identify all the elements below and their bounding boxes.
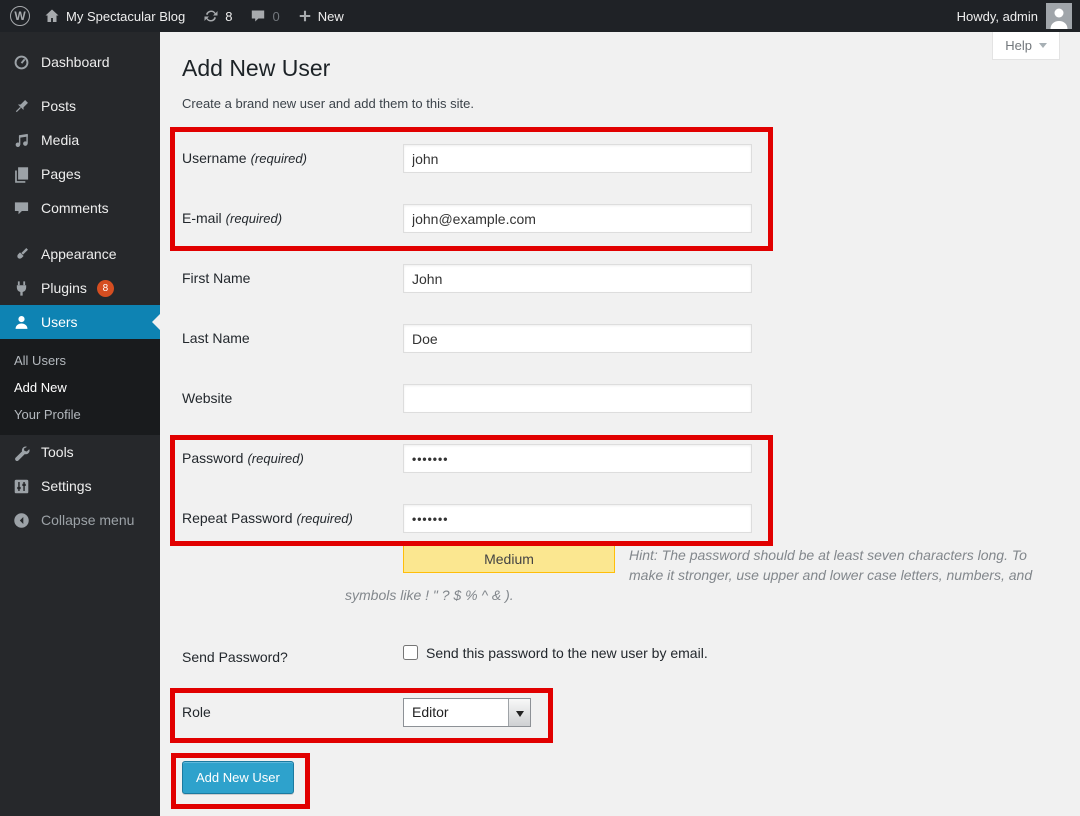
page-intro: Create a brand new user and add them to …	[182, 96, 1080, 111]
send-password-label: Send Password?	[182, 643, 403, 672]
new-content-button[interactable]: New	[298, 0, 344, 32]
submenu-item-add-new[interactable]: Add New	[0, 374, 160, 401]
first-name-input[interactable]	[403, 264, 752, 293]
repeat-password-label: Repeat Password(required)	[182, 504, 403, 533]
new-label: New	[318, 9, 344, 24]
page-title: Add New User	[182, 55, 1080, 82]
sidebar-item-label: Users	[41, 314, 78, 330]
password-strength-section: Medium Hint: The password should be at l…	[345, 545, 1033, 613]
role-select[interactable]: Editor	[403, 698, 531, 727]
howdy-account-link[interactable]: Howdy, admin	[957, 9, 1038, 24]
username-input[interactable]	[403, 144, 752, 173]
role-row: Role Editor	[182, 698, 1080, 727]
send-password-checkbox[interactable]	[403, 645, 418, 660]
add-new-user-button[interactable]: Add New User	[182, 761, 294, 794]
sidebar-item-label: Settings	[41, 478, 92, 494]
settings-sliders-icon	[12, 478, 31, 495]
sidebar-item-comments[interactable]: Comments	[0, 191, 160, 225]
last-name-input[interactable]	[403, 324, 752, 353]
sidebar-item-posts[interactable]: Posts	[0, 89, 160, 123]
pages-icon	[12, 166, 31, 183]
website-row: Website	[182, 384, 1080, 413]
home-icon	[44, 8, 60, 24]
repeat-password-row: Repeat Password(required)	[182, 504, 1080, 533]
password-row: Password(required)	[182, 444, 1080, 473]
admin-sidebar: Dashboard Posts Media Pages Comments App…	[0, 32, 160, 816]
collapse-menu-label: Collapse menu	[41, 512, 134, 528]
sidebar-item-label: Tools	[41, 444, 74, 460]
plugins-update-badge: 8	[97, 280, 114, 297]
sidebar-item-label: Media	[41, 132, 79, 148]
site-name: My Spectacular Blog	[66, 9, 185, 24]
sidebar-item-users[interactable]: Users	[0, 305, 160, 339]
email-label: E-mail(required)	[182, 204, 403, 233]
help-tab[interactable]: Help	[992, 32, 1060, 60]
submit-row: Add New User	[182, 761, 1080, 794]
sidebar-item-label: Pages	[41, 166, 81, 182]
update-icon	[203, 8, 219, 24]
password-input[interactable]	[403, 444, 752, 473]
help-label: Help	[1005, 38, 1032, 53]
select-dropdown-button[interactable]	[508, 699, 530, 726]
pushpin-icon	[12, 98, 31, 115]
submenu-item-your-profile[interactable]: Your Profile	[0, 401, 160, 428]
sidebar-item-label: Posts	[41, 98, 76, 114]
username-label: Username(required)	[182, 144, 403, 173]
sidebar-item-tools[interactable]: Tools	[0, 435, 160, 469]
website-label: Website	[182, 384, 403, 413]
username-row: Username(required)	[182, 144, 1080, 173]
sidebar-item-pages[interactable]: Pages	[0, 157, 160, 191]
sidebar-item-plugins[interactable]: Plugins 8	[0, 271, 160, 305]
send-password-checkbox-label: Send this password to the new user by em…	[426, 643, 708, 663]
collapse-menu-button[interactable]: Collapse menu	[0, 503, 160, 537]
send-password-row: Send Password? Send this password to the…	[182, 643, 1080, 665]
sidebar-item-settings[interactable]: Settings	[0, 469, 160, 503]
site-name-link[interactable]: My Spectacular Blog	[44, 0, 185, 32]
comment-bubble-icon	[250, 8, 266, 24]
plugin-icon	[12, 280, 31, 297]
website-input[interactable]	[403, 384, 752, 413]
comment-count: 0	[272, 9, 279, 24]
sidebar-item-label: Dashboard	[41, 54, 110, 70]
media-icon	[12, 132, 31, 149]
avatar[interactable]	[1046, 3, 1072, 29]
last-name-label: Last Name	[182, 324, 403, 353]
last-name-row: Last Name	[182, 324, 1080, 353]
role-label: Role	[182, 698, 403, 727]
password-label: Password(required)	[182, 444, 403, 473]
wordpress-logo-icon	[10, 6, 30, 26]
paintbrush-icon	[12, 246, 31, 263]
collapse-arrow-icon	[12, 512, 31, 529]
dropdown-arrow-icon	[516, 711, 524, 721]
main-content: Help Add New User Create a brand new use…	[160, 32, 1080, 816]
first-name-row: First Name	[182, 264, 1080, 293]
add-new-user-form: Username(required) E-mail(required) Firs…	[182, 144, 1080, 794]
chevron-down-icon	[1039, 43, 1047, 52]
sidebar-item-dashboard[interactable]: Dashboard	[0, 45, 160, 79]
wordpress-logo-button[interactable]	[10, 0, 30, 32]
sidebar-item-appearance[interactable]: Appearance	[0, 237, 160, 271]
email-field[interactable]	[403, 204, 752, 233]
first-name-label: First Name	[182, 264, 403, 293]
comments-icon	[12, 200, 31, 217]
sidebar-item-label: Plugins	[41, 280, 87, 296]
submenu-item-all-users[interactable]: All Users	[0, 347, 160, 374]
role-selected-value: Editor	[404, 699, 508, 726]
updates-link[interactable]: 8	[203, 0, 232, 32]
dashboard-icon	[12, 54, 31, 71]
sidebar-item-media[interactable]: Media	[0, 123, 160, 157]
update-count: 8	[225, 9, 232, 24]
users-submenu: All Users Add New Your Profile	[0, 339, 160, 435]
admin-bar: My Spectacular Blog 8 0 New Howdy, admin	[0, 0, 1080, 32]
password-strength-meter: Medium	[403, 545, 615, 573]
email-row: E-mail(required)	[182, 204, 1080, 233]
user-icon	[12, 314, 31, 331]
sidebar-item-label: Comments	[41, 200, 109, 216]
repeat-password-input[interactable]	[403, 504, 752, 533]
plus-icon	[298, 9, 312, 23]
wrench-icon	[12, 444, 31, 461]
send-password-option: Send this password to the new user by em…	[403, 643, 708, 663]
comments-link[interactable]: 0	[250, 0, 279, 32]
sidebar-item-label: Appearance	[41, 246, 117, 262]
